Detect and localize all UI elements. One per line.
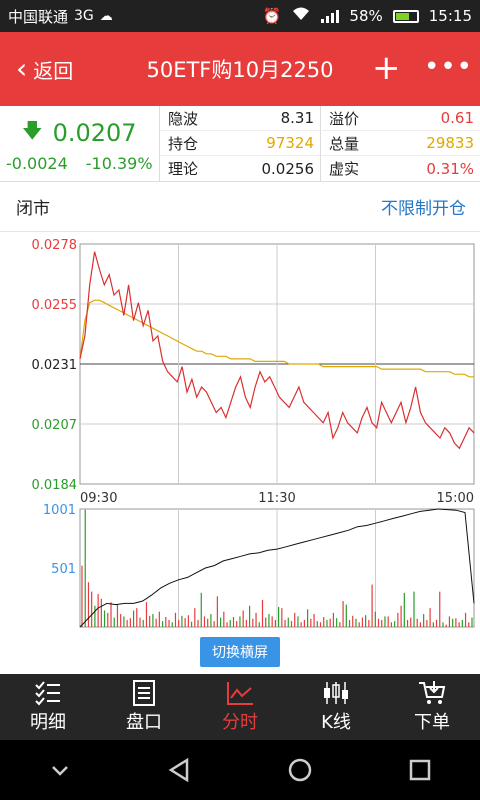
candlestick-icon (324, 682, 348, 704)
time-tick-label: 11:30 (258, 491, 295, 506)
nav-details[interactable]: 明细 (0, 674, 96, 740)
app-header: ‹ 返回 50ETF购10月2250 + ••• (0, 32, 480, 106)
price-change-pct: -10.39% (85, 154, 153, 173)
nav-label: 分时 (222, 712, 258, 733)
nav-label: 下单 (414, 712, 450, 733)
nav-kline[interactable]: K线 (288, 674, 384, 740)
market-status-row: 闭市 不限制开仓 (0, 182, 480, 232)
chevron-down-icon[interactable] (45, 755, 75, 785)
list-check-icon (35, 681, 60, 706)
home-circle-icon[interactable] (285, 755, 315, 785)
page-title: 50ETF购10月2250 (146, 58, 334, 82)
line-chart-icon (227, 682, 253, 705)
switch-landscape-button[interactable]: 切换横屏 (200, 637, 280, 667)
stat-value: 29833 (426, 134, 474, 152)
chart-svg: 0.0278 0.0255 0.0231 0.0207 0.018409:30 11:30… (32, 238, 475, 628)
battery-percent: 58% (349, 7, 383, 25)
bottom-nav: 明细 盘口 分时 K线 下单 (0, 674, 480, 740)
stat-label: 总量 (329, 134, 360, 153)
document-icon (133, 680, 155, 706)
status-bar: 中国联通 3G ☁ ⏰ 58% 15:15 (0, 0, 480, 32)
stat-moneyness: 虚实 0.31% (320, 156, 480, 181)
stat-iv: 隐波 8.31 (160, 106, 320, 131)
signal-icon (321, 9, 340, 23)
stat-label: 虚实 (329, 160, 360, 178)
volume-tick-label: 501 (51, 562, 76, 577)
price-change: -0.0024 (6, 154, 68, 173)
price-tick-label: 0.0184 (32, 478, 78, 493)
recent-apps-icon[interactable] (405, 755, 435, 785)
unlimited-open-link[interactable]: 不限制开仓 (381, 194, 480, 219)
stat-theoretical: 理论 0.0256 (160, 156, 320, 181)
arrow-down-icon: 🡇 (22, 118, 43, 142)
carrier-label: 中国联通 (8, 7, 69, 26)
back-label: 返回 (33, 58, 74, 83)
chevron-left-icon: ‹ (16, 52, 28, 85)
battery-icon (392, 9, 419, 23)
add-icon[interactable]: + (372, 51, 401, 85)
stat-label: 溢价 (329, 109, 360, 128)
price-tick-label: 0.0278 (32, 238, 78, 253)
stat-value: 0.0256 (261, 159, 315, 178)
price-tick-label: 0.0231 (32, 358, 78, 373)
cloud-icon: ☁ (99, 8, 113, 24)
stat-value: 97324 (266, 134, 314, 152)
market-state: 闭市 (16, 199, 50, 219)
last-price: 0.0207 (52, 119, 137, 147)
price-tick-label: 0.0207 (32, 418, 78, 433)
stats-grid: 隐波 8.31 溢价 0.61 持仓 97324 总量 29833 理论 0.0… (160, 106, 480, 182)
stat-premium: 溢价 0.61 (320, 106, 480, 131)
clock: 15:15 (428, 7, 472, 25)
stat-open-interest: 持仓 97324 (160, 131, 320, 156)
network-type: 3G (74, 8, 94, 24)
nav-label: 明细 (30, 712, 66, 733)
stat-volume: 总量 29833 (320, 131, 480, 156)
nav-label: K线 (321, 712, 351, 733)
nav-orderbook[interactable]: 盘口 (96, 674, 192, 740)
system-nav-bar (0, 740, 480, 800)
time-tick-label: 15:00 (437, 491, 474, 506)
quote-panel: 🡇 0.0207 -0.0024 -10.39% 隐波 8.31 溢价 0.61… (0, 106, 480, 182)
nav-order[interactable]: 下单 (384, 674, 480, 740)
nav-label: 盘口 (126, 712, 162, 733)
time-tick-label: 09:30 (80, 491, 117, 506)
cart-icon (419, 681, 446, 704)
back-triangle-icon[interactable] (165, 755, 195, 785)
stat-value: 0.31% (426, 159, 474, 178)
volume-tick-label: 1001 (43, 503, 76, 518)
alarm-icon: ⏰ (262, 7, 282, 25)
back-button[interactable]: ‹ 返回 (0, 55, 73, 84)
more-icon[interactable]: ••• (424, 52, 473, 82)
nav-intraday[interactable]: 分时 (192, 674, 288, 740)
intraday-chart[interactable]: 0.0278 0.0255 0.0231 0.0207 0.0184 09:30 11:30… (0, 232, 480, 676)
stat-value: 0.61 (440, 109, 474, 127)
stat-value: 8.31 (280, 109, 314, 127)
stat-label: 理论 (168, 160, 199, 178)
wifi-icon (291, 6, 311, 26)
price-box: 🡇 0.0207 -0.0024 -10.39% (0, 106, 160, 182)
stat-label: 隐波 (168, 109, 199, 128)
price-tick-label: 0.0255 (32, 298, 78, 313)
stat-label: 持仓 (168, 134, 199, 153)
